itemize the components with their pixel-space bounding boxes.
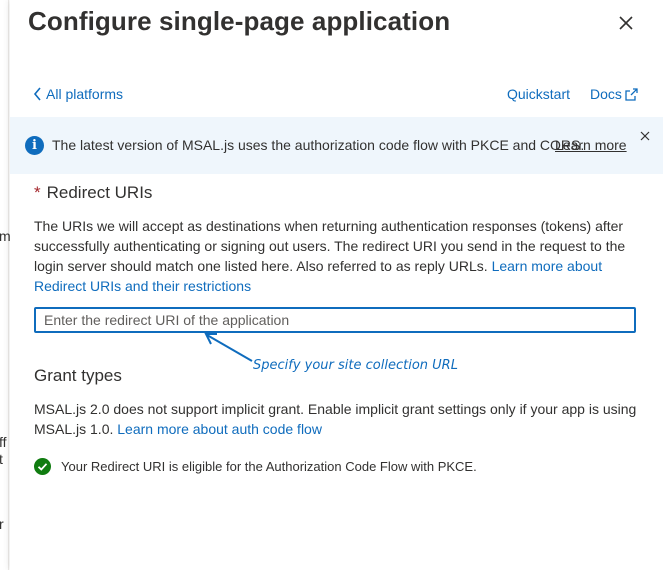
all-platforms-label: All platforms <box>46 86 124 102</box>
grant-types-title: Grant types <box>34 366 122 385</box>
quickstart-link[interactable]: Quickstart <box>507 86 570 102</box>
auth-code-flow-link[interactable]: Learn more about auth code flow <box>117 421 322 437</box>
eligibility-text: Your Redirect URI is eligible for the Au… <box>61 459 477 474</box>
required-marker: * <box>34 183 41 202</box>
redirect-uris-title: Redirect URIs <box>46 183 153 202</box>
annotation-text: Specify your site collection URL <box>253 358 458 373</box>
banner-learn-more-link[interactable]: Learn more <box>555 137 627 153</box>
background-page-edge: m ff t r <box>0 0 11 570</box>
docs-label: Docs <box>590 86 622 102</box>
redirect-uris-description: The URIs we will accept as destinations … <box>34 216 644 296</box>
close-icon <box>640 131 650 141</box>
banner-dismiss-button[interactable] <box>638 129 652 143</box>
success-check-icon <box>34 458 51 475</box>
all-platforms-link[interactable]: All platforms <box>33 86 123 102</box>
close-icon <box>619 16 633 30</box>
redirect-uris-label: * Redirect URIs <box>34 183 152 203</box>
background-fragment: r <box>0 516 4 532</box>
grant-types-description: MSAL.js 2.0 does not support implicit gr… <box>34 399 644 439</box>
info-banner: i The latest version of MSAL.js uses the… <box>10 117 663 174</box>
close-button[interactable] <box>613 10 639 36</box>
info-icon: i <box>25 136 44 155</box>
annotation-arrow <box>204 333 253 362</box>
docs-link[interactable]: Docs <box>590 86 639 102</box>
configure-spa-panel: Configure single-page application All pl… <box>10 0 663 570</box>
panel-title: Configure single-page application <box>28 6 451 36</box>
eligibility-status: Your Redirect URI is eligible for the Au… <box>34 458 477 475</box>
background-fragment: ff <box>0 434 7 450</box>
external-link-icon <box>625 87 638 101</box>
background-fragment: t <box>0 451 3 467</box>
banner-message: The latest version of MSAL.js uses the a… <box>52 137 585 153</box>
redirect-uri-input[interactable] <box>34 307 636 333</box>
chevron-left-icon <box>33 87 41 101</box>
